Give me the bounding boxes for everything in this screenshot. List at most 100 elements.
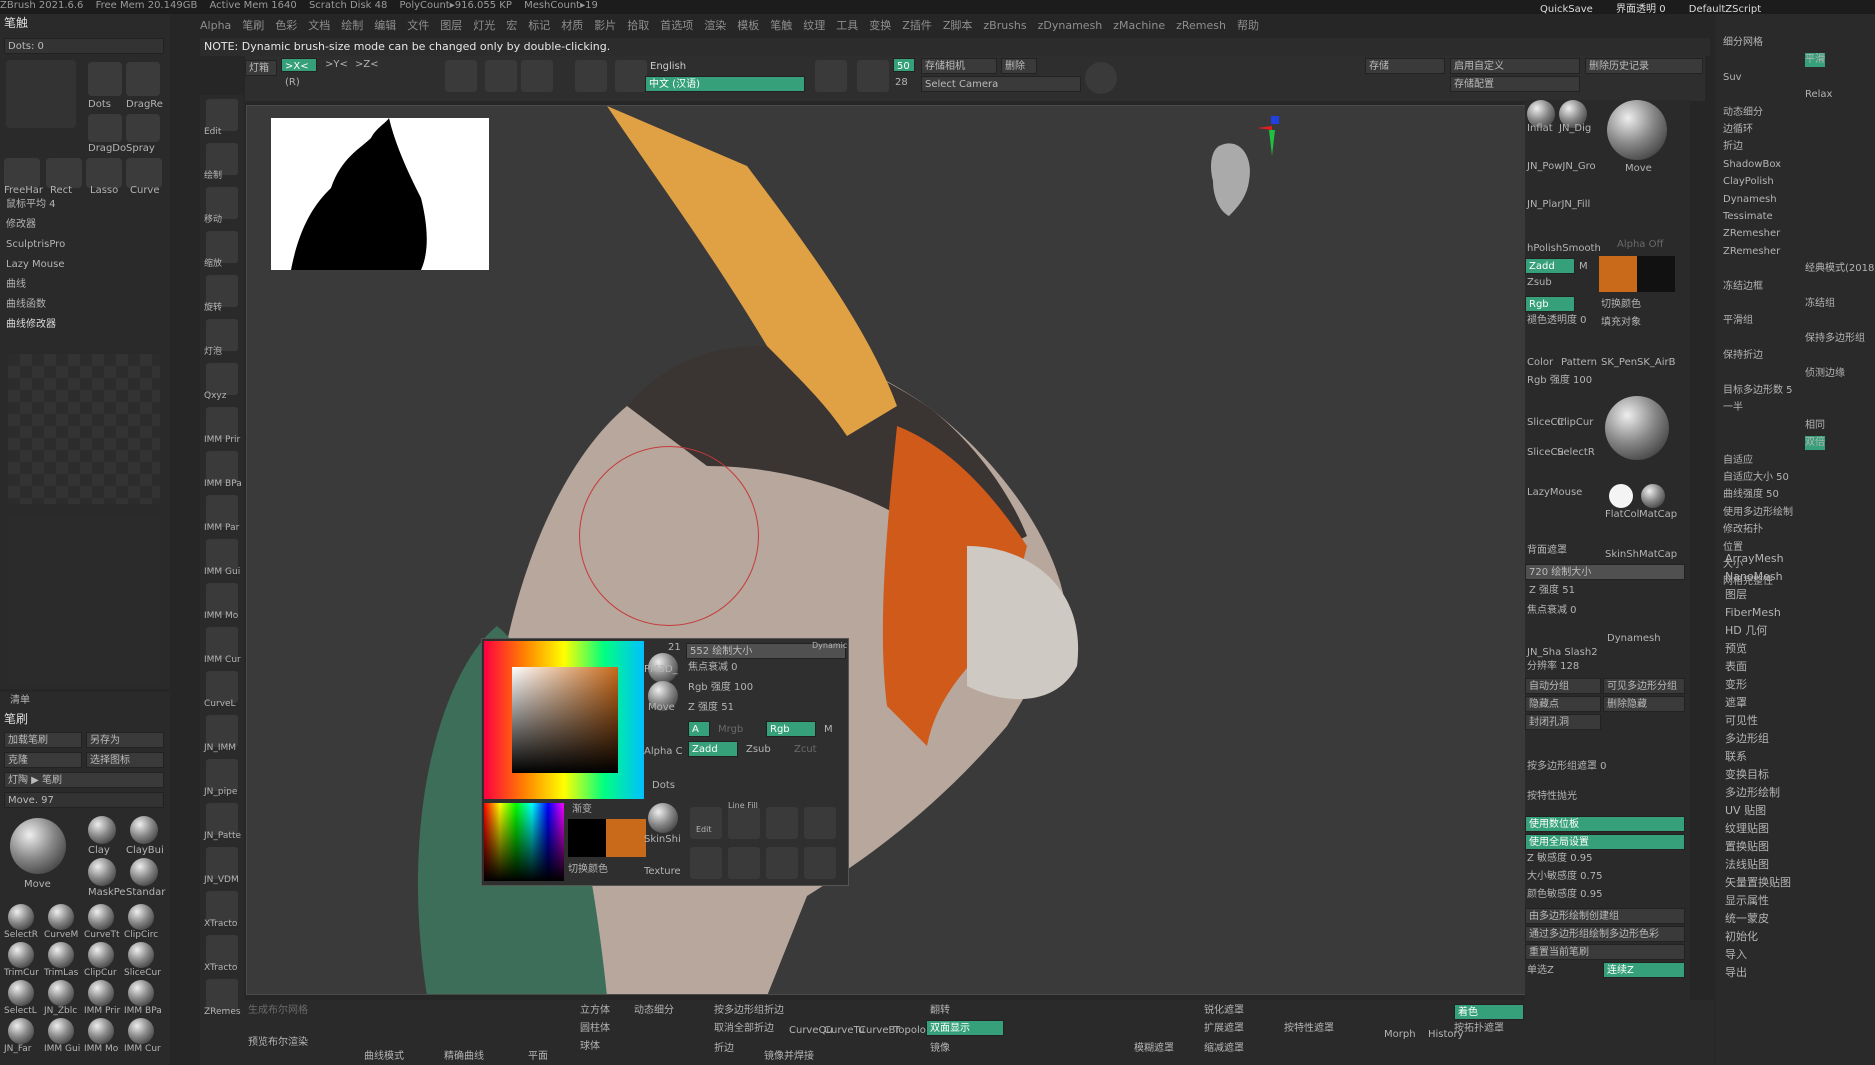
tool-subpalette[interactable]: NanoMesh	[1725, 570, 1783, 584]
radial-r-button[interactable]: (R)	[285, 76, 300, 90]
m-popup-button[interactable]: M	[824, 723, 833, 737]
zsub-popup-button[interactable]: Zsub	[746, 743, 771, 757]
brush-icon[interactable]	[128, 1018, 154, 1044]
lazymouse-section[interactable]: Lazy Mouse	[6, 258, 65, 272]
menu-item[interactable]: 灯光	[473, 15, 495, 37]
lightbox-button[interactable]: 灯箱	[245, 60, 277, 76]
menu-item[interactable]: 纹理	[803, 15, 825, 37]
tool-subpalette[interactable]: FiberMesh	[1725, 606, 1781, 620]
crease-pg-button[interactable]: 按多边形组折边	[714, 1004, 784, 1018]
tool-subpalette[interactable]: 遮罩	[1725, 696, 1747, 710]
blur-mask-button[interactable]: 模糊遮罩	[1134, 1042, 1174, 1056]
mask-by-polygroup-slider[interactable]: 按多边形组遮罩 0	[1527, 760, 1607, 774]
precise-curve-button[interactable]: 精确曲线	[444, 1050, 484, 1064]
geometry-option[interactable]: 相同	[1805, 419, 1825, 433]
brush-icon[interactable]	[88, 1018, 114, 1044]
sym-y-button[interactable]: >Y<	[325, 58, 348, 72]
z-sensitivity-slider[interactable]: Z 敏感度 0.95	[1527, 852, 1592, 866]
menu-item[interactable]: zMachine	[1113, 15, 1165, 37]
flatcolor-icon[interactable]	[1609, 484, 1633, 508]
make-boolean-button[interactable]: 生成布尔网格	[248, 1004, 308, 1018]
menu-item[interactable]: 影片	[594, 15, 616, 37]
tool-subpalette[interactable]: ArrayMesh	[1725, 552, 1784, 566]
lazymouse-right-button[interactable]: LazyMouse	[1527, 486, 1582, 500]
store-camera-button[interactable]: 存储相机	[921, 58, 997, 74]
a-button[interactable]: A	[688, 721, 710, 737]
main-color-swatch[interactable]	[1599, 256, 1637, 292]
mouse-avg-slider[interactable]: 鼠标平均 4	[6, 198, 56, 212]
brush-icon[interactable]	[88, 904, 114, 930]
light-brush-button[interactable]: 灯陶 ▶ 笔刷	[4, 772, 164, 788]
symmetry-popup-icon[interactable]	[766, 847, 798, 879]
switch-color-button[interactable]: 切换颜色	[568, 863, 608, 877]
draw-size-right-slider[interactable]: 720 绘制大小	[1525, 564, 1685, 580]
stand-popup-icon[interactable]	[728, 847, 760, 879]
shrink-mask-button[interactable]: 缩减遮罩	[1204, 1042, 1244, 1056]
scale-popup-icon[interactable]	[804, 807, 836, 839]
tool-subpalette[interactable]: 纹理贴图	[1725, 822, 1769, 836]
fill-opacity-slider[interactable]: 褪色透明度 0	[1527, 314, 1587, 328]
reset-brush-button[interactable]: 重置当前笔刷	[1525, 944, 1685, 960]
spray-icon[interactable]	[126, 114, 160, 142]
polish-by-feature-slider[interactable]: 按特性抛光	[1527, 790, 1577, 804]
tool-subpalette[interactable]: 预览	[1725, 642, 1747, 656]
store-button[interactable]: 存储	[1365, 58, 1445, 74]
geometry-option[interactable]: 自适应	[1723, 454, 1753, 468]
tool-subpalette[interactable]: 可见性	[1725, 714, 1758, 728]
m-button[interactable]: M	[1579, 260, 1588, 274]
menu-item[interactable]: 宏	[506, 15, 517, 37]
close-holes-button[interactable]: 封闭孔洞	[1525, 714, 1601, 730]
dots-icon[interactable]	[88, 62, 122, 96]
curve-modifiers-section[interactable]: 曲线修改器	[6, 318, 56, 332]
focal-shift-right-slider[interactable]: 焦点衰减 0	[1527, 604, 1577, 618]
zadd-popup-button[interactable]: Zadd	[688, 741, 738, 757]
dynamic-subdiv-button[interactable]: 动态细分	[634, 1004, 674, 1018]
camera-icon[interactable]	[857, 60, 889, 92]
shade-toggle[interactable]: 着色	[1454, 1004, 1524, 1020]
menu-item[interactable]: Z脚本	[943, 15, 973, 37]
geometry-option[interactable]: 侦测边缘	[1805, 367, 1845, 381]
maskpen-brush-icon[interactable]	[88, 858, 116, 886]
tool-subpalette[interactable]: 图层	[1725, 588, 1747, 602]
mask-by-topology-button[interactable]: 按拓扑遮罩	[1454, 1022, 1504, 1036]
select-icon-button[interactable]: 选择图标	[86, 752, 164, 768]
menu-item[interactable]: 帮助	[1237, 15, 1259, 37]
dragrect-icon[interactable]	[126, 62, 160, 96]
skinshade-icon[interactable]	[648, 803, 678, 833]
menu-item[interactable]: 标记	[528, 15, 550, 37]
menu-item[interactable]: 首选项	[660, 15, 693, 37]
menu-item[interactable]: 绘制	[341, 15, 363, 37]
dynamic-label[interactable]: Dynamic	[812, 639, 847, 653]
move-brush-icon[interactable]	[10, 818, 66, 874]
primary-color-swatch[interactable]	[606, 819, 646, 857]
alpha-off-label[interactable]: Alpha Off	[1617, 238, 1663, 252]
secondary-color-swatch[interactable]	[568, 819, 606, 857]
preview-boolean-button[interactable]: 预览布尔渲染	[248, 1036, 308, 1050]
double-sided-toggle[interactable]: 双面显示	[926, 1020, 1004, 1036]
clear-history-button[interactable]: 删除历史记录	[1585, 58, 1703, 74]
grow-mask-button[interactable]: 扩展遮罩	[1204, 1022, 1244, 1036]
tool-subpalette[interactable]: 导入	[1725, 948, 1747, 962]
geometry-option[interactable]: 修改拓扑	[1723, 523, 1763, 537]
geometry-option[interactable]: 使用多边形绘制	[1723, 506, 1793, 520]
cube-button[interactable]: 立方体	[580, 1004, 610, 1018]
polygroup-color-button[interactable]: 通过多边形组绘制多边形色彩	[1525, 926, 1685, 942]
dots-preview-icon[interactable]	[6, 60, 76, 128]
delete-camera-button[interactable]: 删除	[1001, 58, 1037, 74]
hue-picker[interactable]	[484, 641, 644, 799]
store-config-button[interactable]: 存储配置	[1450, 76, 1580, 92]
brush-icon[interactable]	[8, 904, 34, 930]
geometry-option[interactable]: 冻结边框	[1723, 280, 1763, 294]
standard-brush-icon[interactable]	[130, 858, 158, 886]
current-brush-selector[interactable]: Move. 97	[4, 792, 164, 808]
reset-popup-icon[interactable]	[804, 847, 836, 879]
zsub-button[interactable]: Zsub	[1527, 276, 1552, 290]
modifiers-section[interactable]: 修改器	[6, 218, 36, 232]
focal-shift-slider[interactable]: 焦点衰减 0	[688, 661, 738, 675]
brush-icon[interactable]	[48, 1018, 74, 1044]
flip-button[interactable]: 翻转	[930, 1004, 950, 1018]
geometry-option[interactable]: Suv	[1723, 71, 1742, 85]
saturation-square[interactable]	[512, 667, 618, 773]
brush-icon[interactable]	[88, 980, 114, 1006]
language-english[interactable]: English	[650, 60, 686, 74]
